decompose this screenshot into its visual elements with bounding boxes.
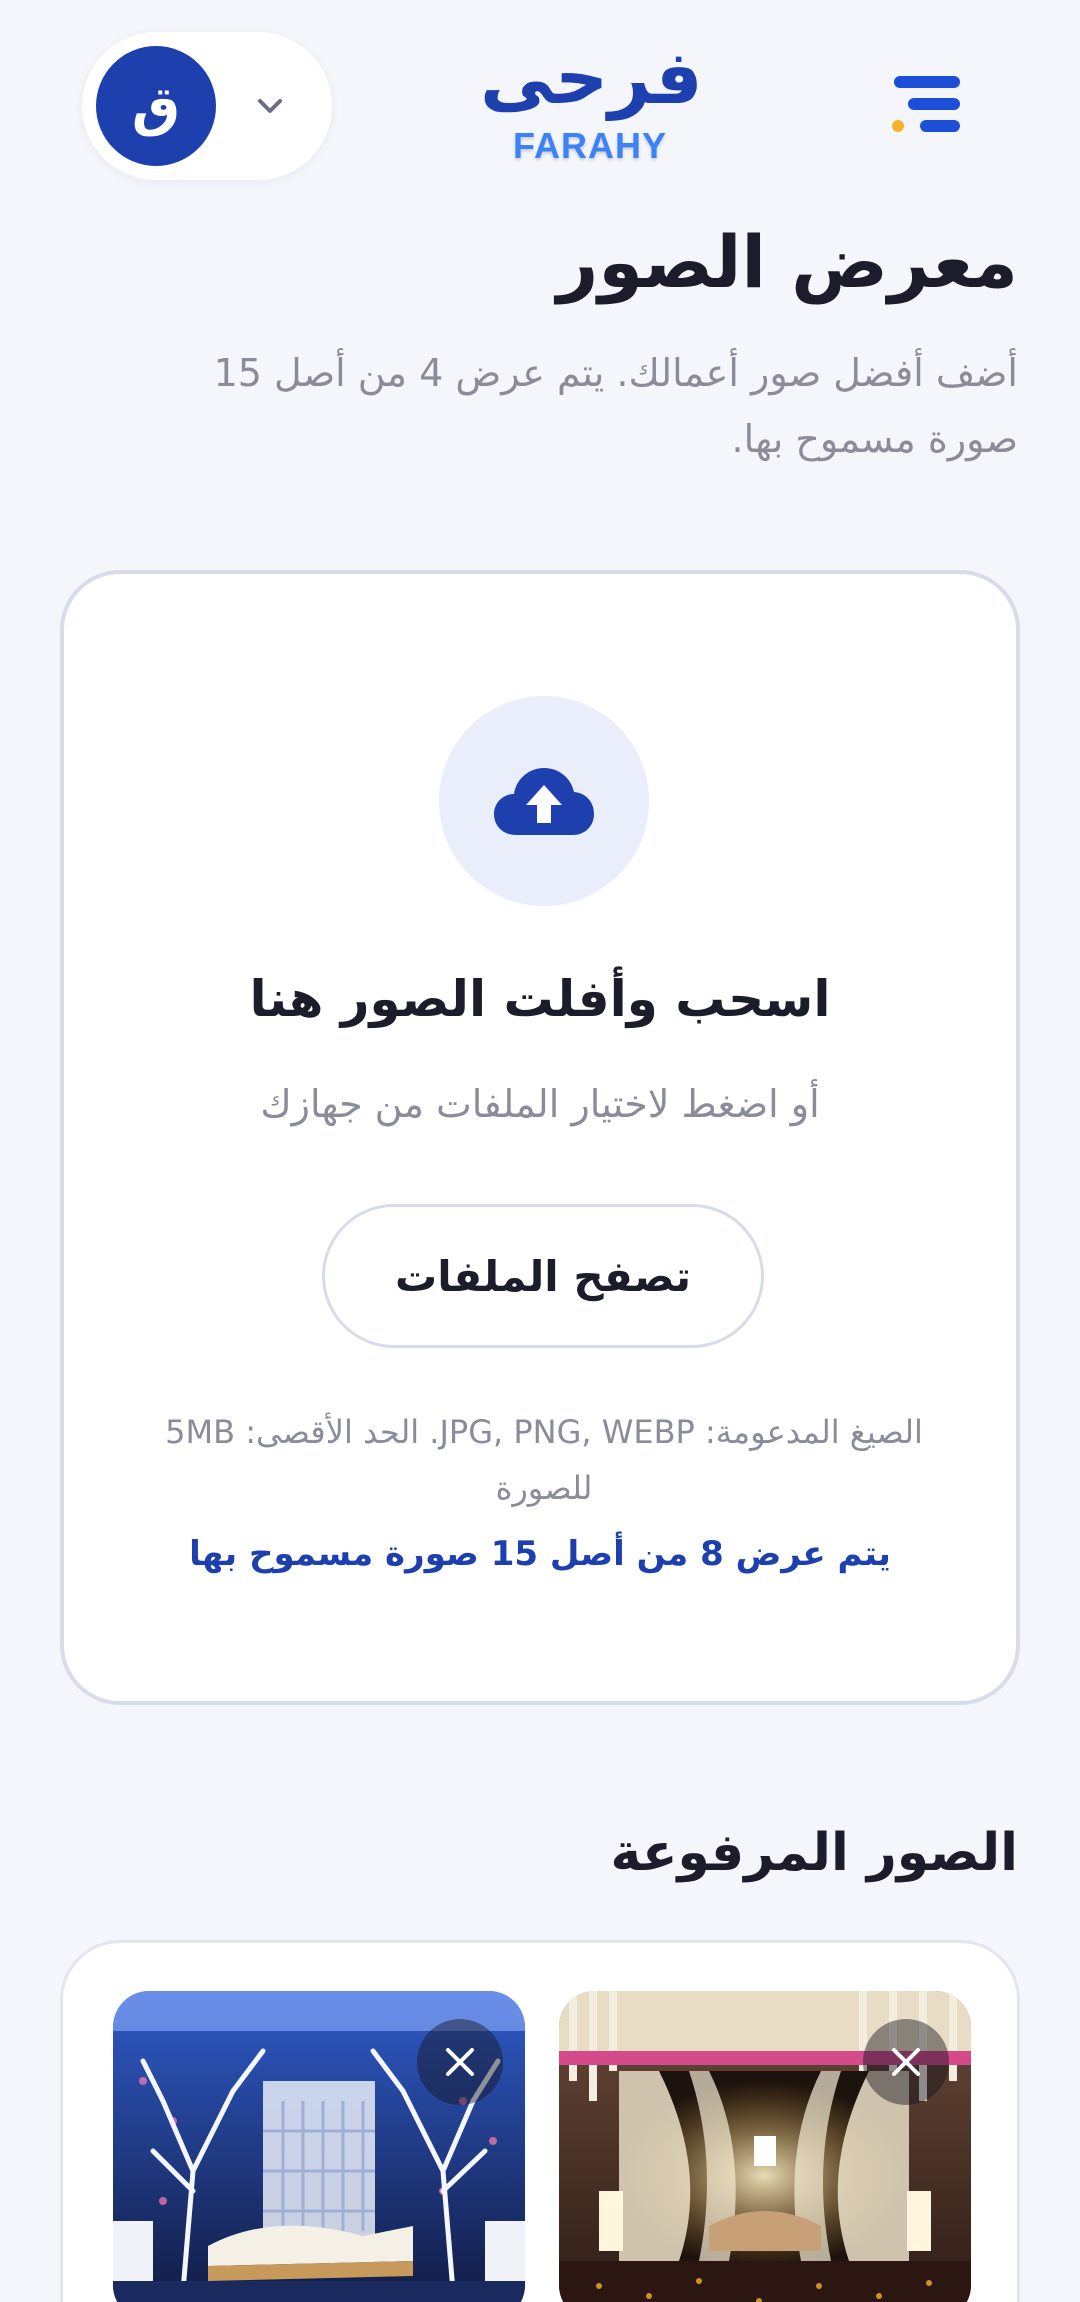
cloud-upload-icon [494,768,594,835]
logo-arabic: فرحى [480,35,703,121]
close-icon [446,2048,474,2076]
logo-english: FARAHY [512,125,667,166]
uploaded-photos-grid [60,1940,1020,2302]
avatar[interactable]: ق [96,46,216,166]
remove-photo-button[interactable] [417,2019,503,2105]
drop-subtitle: أو اضغط لاختيار الملفات من جهازك [260,1082,820,1126]
browse-files-button[interactable]: تصفح الملفات [322,1204,764,1348]
page-title: معرض الصور [556,220,1018,304]
menu-button[interactable] [880,72,980,142]
upload-icon-circle [439,696,649,906]
chevron-down-icon[interactable] [250,86,290,126]
photo-count-note: يتم عرض 8 من أصل 15 صورة مسموح بها [189,1534,891,1574]
app-header: فرحى FARAHY ق [0,0,1080,220]
brand-logo[interactable]: فرحى FARAHY [480,30,703,180]
page-subtitle: أضف أفضل صور أعمالك. يتم عرض 4 من أصل 15… [213,351,1018,461]
supported-formats-note: الصيغ المدعومة: JPG, PNG, WEBP. الحد الأ… [165,1413,923,1507]
drop-title: اسحب وأفلت الصور هنا [249,970,831,1028]
user-menu[interactable]: ق [82,32,332,180]
upload-dropzone[interactable]: اسحب وأفلت الصور هنا أو اضغط لاختيار الم… [60,570,1020,1705]
close-icon [892,2048,920,2076]
remove-photo-button[interactable] [863,2019,949,2105]
uploaded-photo[interactable] [559,1991,971,2302]
uploaded-photo[interactable] [113,1991,525,2302]
uploaded-photos-title: الصور المرفوعة [610,1823,1019,1883]
